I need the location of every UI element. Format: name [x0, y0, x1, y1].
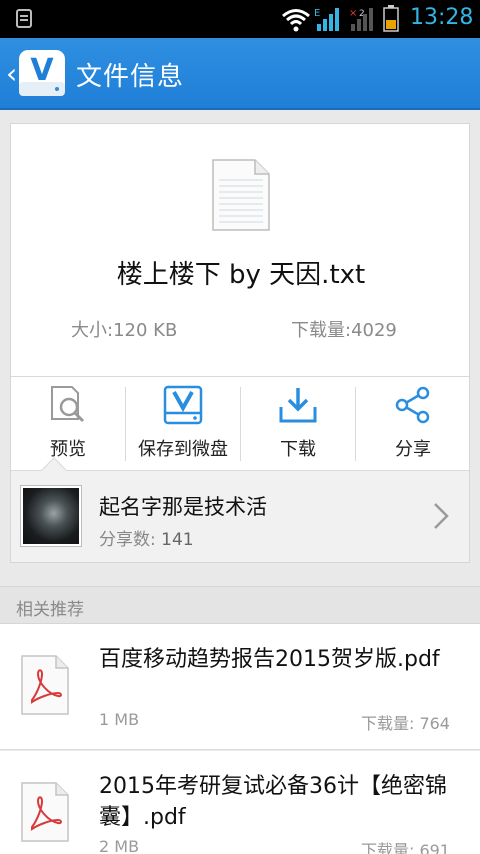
recommendation-size: 1 MB	[99, 710, 140, 729]
battery-icon	[383, 5, 399, 32]
sharer-row[interactable]: 起名字那是技术活 分享数: 141	[11, 457, 469, 562]
download-button[interactable]: 下载	[241, 377, 355, 471]
text-file-icon	[212, 159, 270, 231]
file-name: 楼上楼下 by 天因.txt	[116, 260, 366, 290]
sharer-name: 起名字那是技术活	[99, 495, 267, 519]
clock: 13:28	[410, 5, 474, 30]
share-button[interactable]: 分享	[356, 377, 470, 471]
download-label: 下载	[280, 439, 316, 460]
file-info-card: 楼上楼下 by 天因.txt 大小:120 KB 下载量:4029 预览 保存到…	[10, 123, 470, 563]
share-count-value: 141	[161, 530, 194, 550]
share-count: 分享数: 141	[99, 525, 194, 550]
share-label: 分享	[395, 439, 431, 460]
chevron-right-icon	[434, 503, 449, 529]
pdf-file-icon	[21, 655, 69, 715]
file-size: 大小:120 KB	[71, 320, 178, 341]
signal-icon: E	[314, 8, 339, 31]
notification-icon	[16, 9, 32, 28]
save-to-disk-icon	[163, 385, 203, 425]
section-title: 相关推荐	[16, 600, 84, 620]
recommendation-title: 2015年考研复试必备36计【绝密锦囊】.pdf	[99, 774, 447, 830]
recommendation-title: 百度移动趋势报告2015贺岁版.pdf	[99, 647, 440, 672]
network-label: E	[314, 8, 320, 19]
logo-letter: V	[30, 53, 54, 88]
app-bar: ‹ V 文件信息	[0, 38, 480, 110]
list-item[interactable]: 2015年考研复试必备36计【绝密锦囊】.pdf 2 MB 下载量: 691	[0, 751, 480, 854]
svg-text:×: ×	[349, 8, 357, 19]
recommendation-downloads: 下载量: 764	[360, 714, 450, 733]
avatar	[20, 485, 82, 547]
save-to-disk-label: 保存到微盘	[138, 439, 228, 460]
recommendation-downloads: 下载量: 691	[360, 841, 450, 854]
back-button[interactable]: ‹	[6, 60, 17, 88]
pdf-file-icon	[21, 782, 69, 842]
section-header: 相关推荐	[0, 586, 480, 624]
download-count: 下载量:4029	[291, 320, 397, 341]
download-icon	[279, 388, 317, 423]
list-item[interactable]: 百度移动趋势报告2015贺岁版.pdf 1 MB 下载量: 764	[0, 624, 480, 750]
share-icon	[395, 386, 430, 424]
preview-icon	[51, 386, 85, 423]
preview-button[interactable]: 预览	[11, 377, 125, 471]
app-logo-icon[interactable]: V	[17, 48, 67, 98]
share-count-label: 分享数:	[99, 530, 156, 550]
recommendation-size: 2 MB	[99, 837, 140, 854]
status-bar: E × 2 13:28	[0, 0, 480, 38]
action-bar: 预览 保存到微盘 下载 分享	[11, 376, 469, 470]
save-to-disk-button[interactable]: 保存到微盘	[126, 377, 240, 471]
signal-icon: × 2	[349, 8, 373, 31]
page-title: 文件信息	[76, 62, 185, 92]
wifi-icon	[282, 9, 310, 32]
preview-label: 预览	[50, 439, 86, 460]
